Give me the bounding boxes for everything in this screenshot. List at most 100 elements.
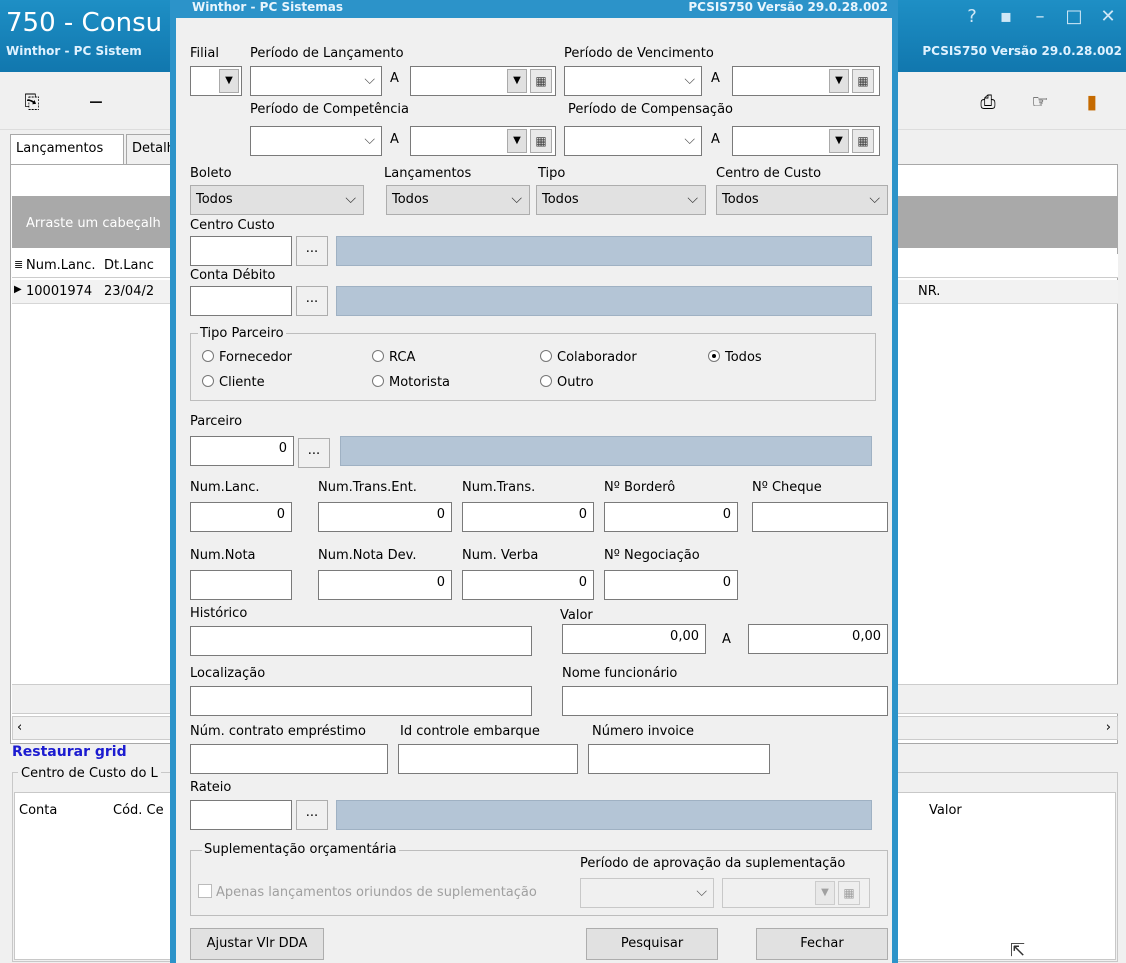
centro-de-custo-label: Centro de Custo (716, 166, 822, 181)
num-bordero-input[interactable]: 0 (604, 502, 738, 532)
rateio-lookup-button[interactable]: ... (296, 800, 328, 830)
periodo-competencia-start[interactable]: ⌵ (250, 126, 382, 156)
periodo-vencimento-end[interactable]: ▼ ▦ (732, 66, 880, 96)
column-header-conta[interactable]: Conta (19, 803, 57, 818)
num-lanc-input[interactable]: 0 (190, 502, 292, 532)
boleto-select[interactable]: Todos ⌵ (190, 185, 364, 215)
scroll-right-icon[interactable]: › (1106, 720, 1111, 735)
num-nota-dev-input[interactable]: 0 (318, 570, 452, 600)
periodo-lancamento-a-label: A (390, 71, 399, 86)
tab-lancamentos[interactable]: Lançamentos (10, 134, 124, 164)
restore-grid-link[interactable]: Restaurar grid (12, 744, 127, 760)
num-cheque-input[interactable] (752, 502, 888, 532)
chevron-down-icon: ⌵ (345, 191, 356, 207)
radio-cliente[interactable]: Cliente (202, 375, 265, 390)
num-trans-ent-input[interactable]: 0 (318, 502, 452, 532)
num-cheque-label: Nº Cheque (752, 480, 822, 495)
periodo-vencimento-start[interactable]: ⌵ (564, 66, 702, 96)
valor-de-input[interactable]: 0,00 (562, 624, 706, 654)
calendar-icon[interactable]: ▦ (852, 69, 874, 93)
num-contrato-input[interactable] (190, 744, 388, 774)
chevron-down-icon: ⌵ (511, 191, 522, 207)
conta-debito-lookup-button[interactable]: ... (296, 286, 328, 316)
column-chooser-icon[interactable]: ≣ (14, 258, 23, 271)
calendar-icon[interactable]: ▦ (530, 69, 552, 93)
num-nota-input[interactable] (190, 570, 292, 600)
periodo-lancamento-start[interactable]: ⌵ (250, 66, 382, 96)
radio-rca[interactable]: RCA (372, 350, 415, 365)
column-header-dt-lanc[interactable]: Dt.Lanc (104, 258, 154, 273)
lancamentos-value: Todos (392, 192, 429, 207)
radio-todos[interactable]: Todos (708, 350, 762, 365)
localizacao-input[interactable] (190, 686, 532, 716)
parceiro-lookup-button[interactable]: ... (298, 438, 330, 468)
num-nota-dev-label: Num.Nota Dev. (318, 548, 417, 563)
radio-circle-icon (372, 375, 384, 387)
num-trans-input[interactable]: 0 (462, 502, 594, 532)
radio-fornecedor[interactable]: Fornecedor (202, 350, 292, 365)
scroll-left-icon[interactable]: ‹ (17, 720, 22, 735)
centro-custo-lookup-button[interactable]: ... (296, 236, 328, 266)
column-header-valor[interactable]: Valor (929, 803, 962, 818)
rateio-input[interactable] (190, 800, 292, 830)
dialog-title-bar: Winthor - PC Sistemas PCSIS750 Versão 29… (170, 0, 898, 18)
num-negociacao-input[interactable]: 0 (604, 570, 738, 600)
pesquisar-button[interactable]: Pesquisar (586, 928, 718, 960)
id-controle-input[interactable] (398, 744, 578, 774)
maximize-icon[interactable]: □ (1057, 6, 1091, 27)
centro-de-custo-select[interactable]: Todos ⌵ (716, 185, 888, 215)
apenas-lancamentos-checkbox[interactable]: Apenas lançamentos oriundos de suplement… (198, 884, 537, 900)
centro-custo-input[interactable] (190, 236, 292, 266)
exit-door-icon[interactable]: ▮ (1080, 90, 1104, 114)
periodo-competencia-dropdown[interactable]: ▼ (507, 129, 527, 153)
minimize-icon[interactable]: – (1023, 6, 1057, 27)
num-verba-input[interactable]: 0 (462, 570, 594, 600)
periodo-compensacao-start[interactable]: ⌵ (564, 126, 702, 156)
radio-circle-icon (540, 350, 552, 362)
periodo-aprovacao-start[interactable]: ⌵ (580, 878, 714, 908)
periodo-compensacao-dropdown[interactable]: ▼ (829, 129, 849, 153)
lancamentos-select[interactable]: Todos ⌵ (386, 185, 530, 215)
periodo-lancamento-dropdown[interactable]: ▼ (507, 69, 527, 93)
conta-debito-input[interactable] (190, 286, 292, 316)
periodo-aprovacao-label: Período de aprovação da suplementação (580, 856, 846, 871)
num-trans-label: Num.Trans. (462, 480, 536, 495)
periodo-aprovacao-dropdown[interactable]: ▼ (815, 881, 835, 905)
column-header-num-lanc[interactable]: Num.Lanc. (26, 258, 96, 273)
help-icon[interactable]: ? (955, 6, 989, 27)
collapse-icon[interactable]: − (84, 90, 108, 114)
calendar-icon[interactable]: ▦ (852, 129, 874, 153)
export-icon[interactable]: ⎘ (20, 90, 44, 114)
parceiro-input[interactable]: 0 (190, 436, 294, 466)
calendar-icon[interactable]: ▦ (838, 881, 860, 905)
periodo-competencia-end[interactable]: ▼ ▦ (410, 126, 556, 156)
radio-motorista[interactable]: Motorista (372, 375, 450, 390)
mouse-cursor-icon: ⇱ (1010, 940, 1026, 961)
radio-colaborador[interactable]: Colaborador (540, 350, 637, 365)
dialog-title: Winthor - PC Sistemas (192, 0, 343, 14)
nome-funcionario-input[interactable] (562, 686, 888, 716)
periodo-aprovacao-end[interactable]: ▼ ▦ (722, 878, 870, 908)
valor-ate-input[interactable]: 0,00 (748, 624, 888, 654)
cell-dt-lanc: 23/04/2 (104, 284, 155, 299)
historico-input[interactable] (190, 626, 532, 656)
periodo-vencimento-dropdown[interactable]: ▼ (829, 69, 849, 93)
periodo-lancamento-end[interactable]: ▼ ▦ (410, 66, 556, 96)
numero-invoice-input[interactable] (588, 744, 770, 774)
close-icon[interactable]: ✕ (1091, 6, 1125, 27)
calendar-icon[interactable]: ▦ (530, 129, 552, 153)
cost-center-group-label: Centro de Custo do L (18, 766, 161, 781)
print-icon[interactable]: ⎙ (976, 90, 1000, 114)
periodo-competencia-a-label: A (390, 132, 399, 147)
filial-dropdown-button[interactable]: ▼ (219, 69, 239, 93)
ajustar-vlr-dda-button[interactable]: Ajustar Vlr DDA (190, 928, 324, 960)
pointer-options-icon[interactable]: ☞ (1028, 90, 1052, 114)
tipo-select[interactable]: Todos ⌵ (536, 185, 706, 215)
rateio-description (336, 800, 872, 830)
periodo-compensacao-end[interactable]: ▼ ▦ (732, 126, 880, 156)
restore-icon[interactable]: ▪ (989, 6, 1023, 27)
fechar-button[interactable]: Fechar (756, 928, 888, 960)
column-header-cod-centro[interactable]: Cód. Ce (113, 803, 164, 818)
filial-select[interactable]: ▼ (190, 66, 242, 96)
radio-outro[interactable]: Outro (540, 375, 594, 390)
